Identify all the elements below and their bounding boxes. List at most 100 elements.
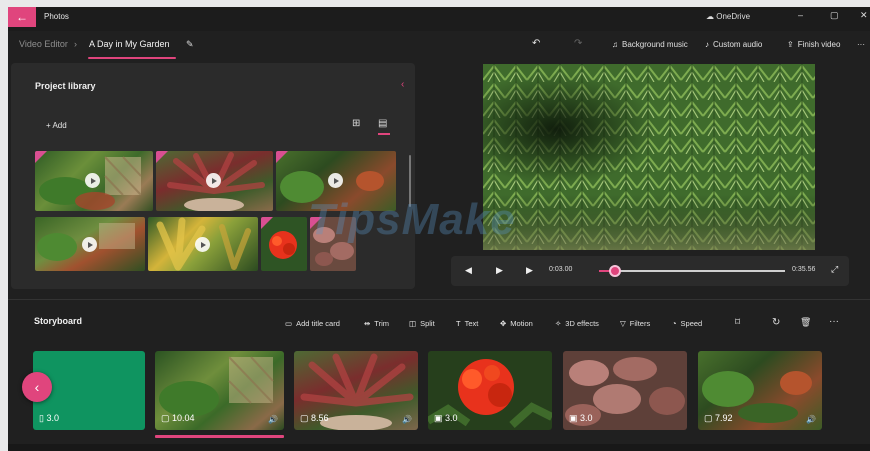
storyboard-clip-selected[interactable]: ▢ 10.04 🔊 [155,351,284,430]
editor-toolbar: Video Editor › A Day in My Garden ✎ ↶ ↷ … [8,31,870,61]
text-button[interactable]: T Text [456,319,478,328]
speed-button[interactable]: ◔ Speed [672,319,702,328]
library-thumbnail[interactable] [35,217,145,271]
custom-audio-label: Custom audio [713,40,763,49]
app-title: Photos [44,12,69,21]
minimize-button[interactable]: – [798,10,803,20]
current-time: 0:03.00 [549,266,573,273]
preview-image [483,64,815,250]
scroll-left-button[interactable]: ‹ [22,372,52,402]
collapse-library-icon[interactable]: ‹ [401,79,404,90]
video-icon: ▢ [300,413,312,423]
cloud-icon: ☁ [706,12,717,21]
seek-handle[interactable] [608,265,621,277]
clip-duration: ▣ 3.0 [569,413,593,424]
volume-icon[interactable]: 🔊 [806,415,816,424]
music-note-icon: ♫ [612,40,618,49]
custom-audio-button[interactable]: ♪ Custom audio [705,40,762,49]
video-icon: ▢ [704,413,716,423]
rotate-icon[interactable]: ↻ [772,317,780,328]
storyboard-title: Storyboard [34,316,83,326]
text-label: Text [464,319,479,328]
grid-view-icon[interactable]: ⊞ [352,118,360,129]
arrow-left-icon: ← [16,10,28,24]
photos-app-window: ← Photos ☁ OneDrive – ▢ ✕ Video Editor ›… [8,7,870,451]
close-button[interactable]: ✕ [860,10,868,21]
video-preview[interactable] [483,64,815,250]
speed-icon: ◔ [672,319,677,328]
add-title-card-button[interactable]: ▭ Add title card [285,319,340,328]
finish-video-button[interactable]: ⇪ Finish video [787,40,840,49]
storyboard-clip[interactable]: ▢ 8.56 🔊 [294,351,418,430]
storyboard-clip[interactable]: ▢ 7.92 🔊 [698,351,822,430]
motion-label: Motion [510,319,533,328]
video-icon: ▢ [161,413,173,423]
play-icon [195,237,210,252]
clip-duration-value: 8.56 [311,413,329,423]
3d-effects-icon: ✧ [555,319,562,328]
trim-label: Trim [374,319,390,328]
watermark: TipsMake [308,195,516,244]
onedrive-label: OneDrive [716,12,751,21]
storyboard-clip[interactable]: ▣ 3.0 [428,351,552,430]
motion-icon: ✥ [500,319,507,328]
clip-duration-value: 3.0 [46,413,59,423]
onedrive-status[interactable]: ☁ OneDrive [706,12,750,21]
3d-effects-label: 3D effects [565,319,599,328]
filters-button[interactable]: ▽ Filters [620,319,650,328]
text-icon: T [456,319,461,328]
project-title-underline [88,57,176,59]
clip-duration-value: 3.0 [580,413,593,423]
playback-controls: ◀ ▶ ▶ 0:03.00 0:35.56 ⤢ [451,256,849,286]
library-thumbnail[interactable] [148,217,258,271]
more-options-button[interactable]: ··· [857,40,865,49]
library-thumbnail[interactable] [261,217,307,271]
motion-button[interactable]: ✥ Motion [500,319,533,328]
finish-video-label: Finish video [797,40,841,49]
redo-button[interactable]: ↷ [574,38,582,49]
delete-icon[interactable]: 🗑 [800,317,811,328]
maximize-button[interactable]: ▢ [830,10,839,21]
breadcrumb-separator: › [74,39,77,49]
rewind-button[interactable]: ◀ [465,265,472,276]
expand-icon[interactable]: ⤢ [831,264,838,275]
clip-duration: ▢ 8.56 [300,413,329,424]
split-label: Split [420,319,435,328]
library-thumbnail[interactable] [35,151,153,211]
step-forward-button[interactable]: ▶ [526,265,533,276]
library-thumbnail[interactable] [156,151,273,211]
pencil-icon[interactable]: ✎ [186,39,194,50]
back-button[interactable]: ← [8,7,36,27]
custom-audio-icon: ♪ [705,40,709,49]
title-bar: ← Photos ☁ OneDrive – ▢ ✕ [8,7,870,31]
library-item-marker [261,217,273,229]
trim-button[interactable]: ⇹ Trim [364,319,389,328]
volume-icon[interactable]: 🔊 [402,415,412,424]
selected-clip-indicator [155,435,284,438]
undo-button[interactable]: ↶ [532,38,540,49]
clip-duration-value: 10.04 [172,413,195,423]
seek-bar[interactable] [599,270,785,272]
play-button[interactable]: ▶ [496,265,503,276]
active-view-indicator [378,133,390,135]
split-button[interactable]: ◫ Split [409,319,435,328]
3d-effects-button[interactable]: ✧ 3D effects [555,319,599,328]
more-tools-button[interactable]: ··· [829,316,839,327]
breadcrumb-video-editor[interactable]: Video Editor [19,39,68,49]
filters-label: Filters [629,319,651,328]
image-icon: ▣ [434,413,446,423]
project-library-title: Project library [35,81,96,91]
list-view-icon[interactable]: ▤ [378,118,387,129]
background-music-button[interactable]: ♫ Background music [612,40,688,49]
project-library-panel: Project library ‹ + Add ⊞ ▤ [11,63,415,289]
clip-duration-value: 7.92 [715,413,733,423]
project-title[interactable]: A Day in My Garden [89,39,170,49]
add-media-button[interactable]: + Add [46,121,67,130]
play-icon [328,173,343,188]
crop-icon[interactable]: ⌑ [735,317,740,328]
clip-duration: ▯ 3.0 [39,413,59,424]
split-icon: ◫ [409,319,417,328]
volume-icon[interactable]: 🔊 [268,415,278,424]
filters-icon: ▽ [620,319,626,328]
storyboard-clip[interactable]: ▣ 3.0 [563,351,687,430]
